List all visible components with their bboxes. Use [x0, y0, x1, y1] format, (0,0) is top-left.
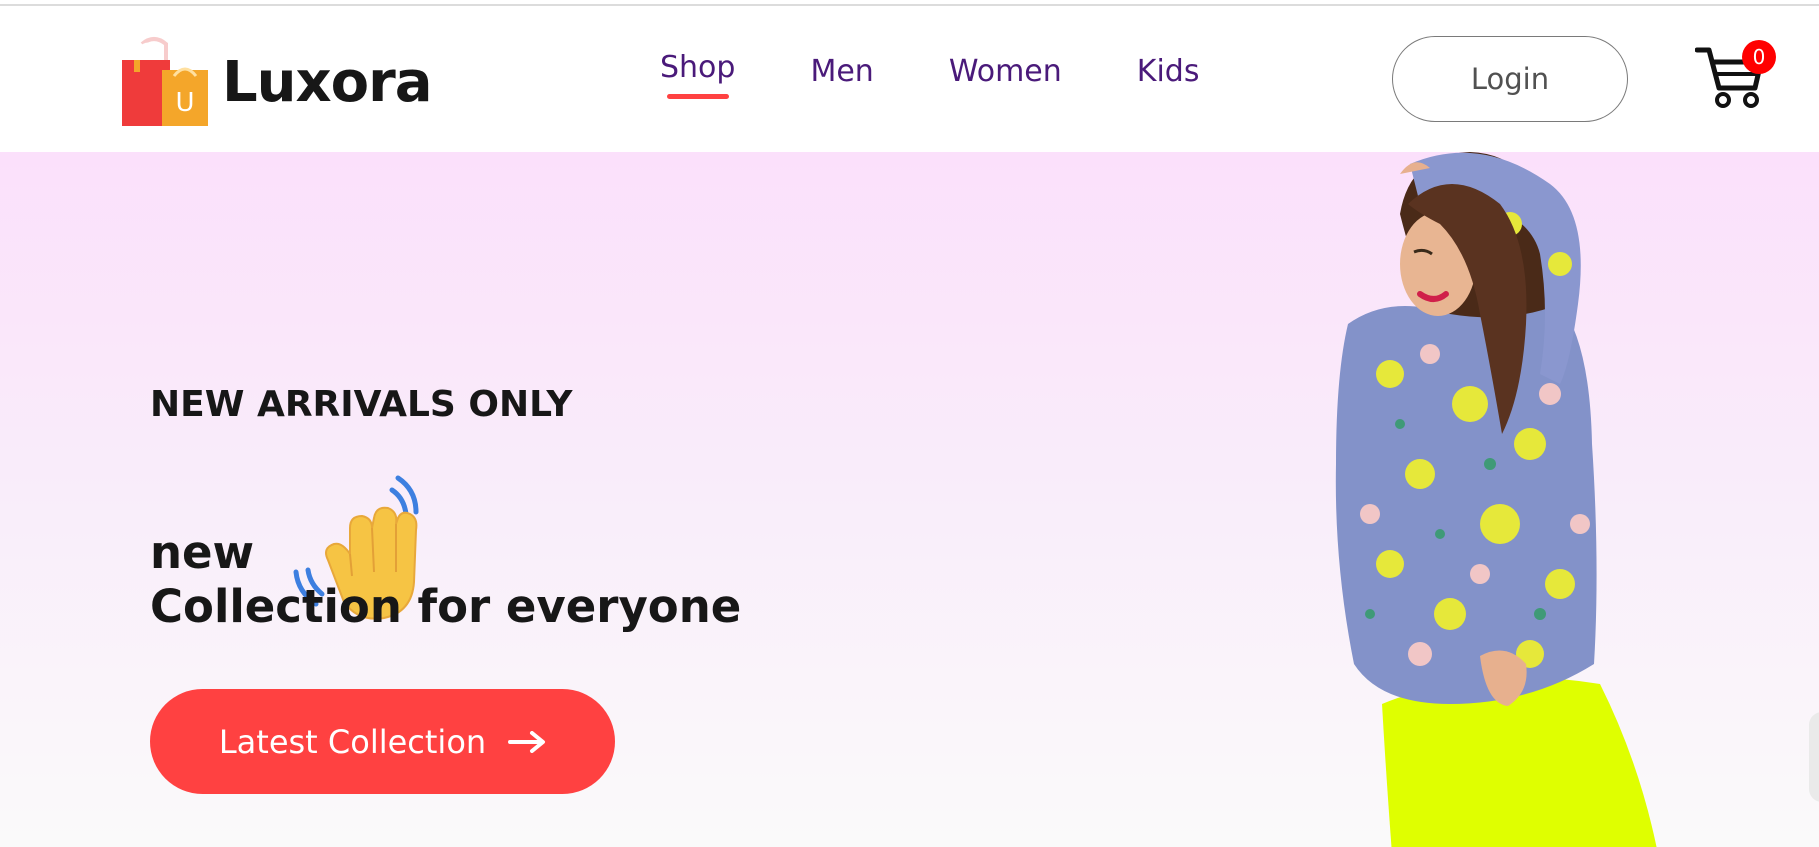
hero-new-text: new — [150, 525, 255, 579]
main-nav: Shop Men Women Kids — [660, 50, 1274, 89]
navbar: U Luxora Shop Men Women Kids Login 0 — [0, 6, 1819, 152]
arrow-right-icon — [508, 730, 546, 753]
hero-section: NEW ARRIVALS ONLY new Collection for eve… — [0, 152, 1819, 847]
brand-logo[interactable]: U Luxora — [120, 36, 433, 128]
hero-subtitle: NEW ARRIVALS ONLY — [150, 384, 573, 425]
woman-floral-sweater-image — [1335, 152, 1657, 847]
login-button[interactable]: Login — [1392, 36, 1628, 122]
brand-name: Luxora — [222, 49, 433, 115]
hero-headline-line2: Collection for everyone — [150, 580, 742, 633]
nav-item-women[interactable]: Women — [949, 54, 1062, 89]
nav-item-shop[interactable]: Shop — [660, 50, 735, 85]
cart-count-badge: 0 — [1742, 40, 1776, 74]
nav-item-kids[interactable]: Kids — [1137, 54, 1200, 89]
shopping-bag-icon: U — [122, 37, 208, 126]
cta-label: Latest Collection — [218, 722, 487, 761]
logo-letter: U — [175, 88, 194, 118]
nav-item-men[interactable]: Men — [810, 54, 873, 89]
edge-scroll-element — [1809, 712, 1819, 802]
latest-collection-button[interactable]: Latest Collection — [150, 689, 615, 794]
